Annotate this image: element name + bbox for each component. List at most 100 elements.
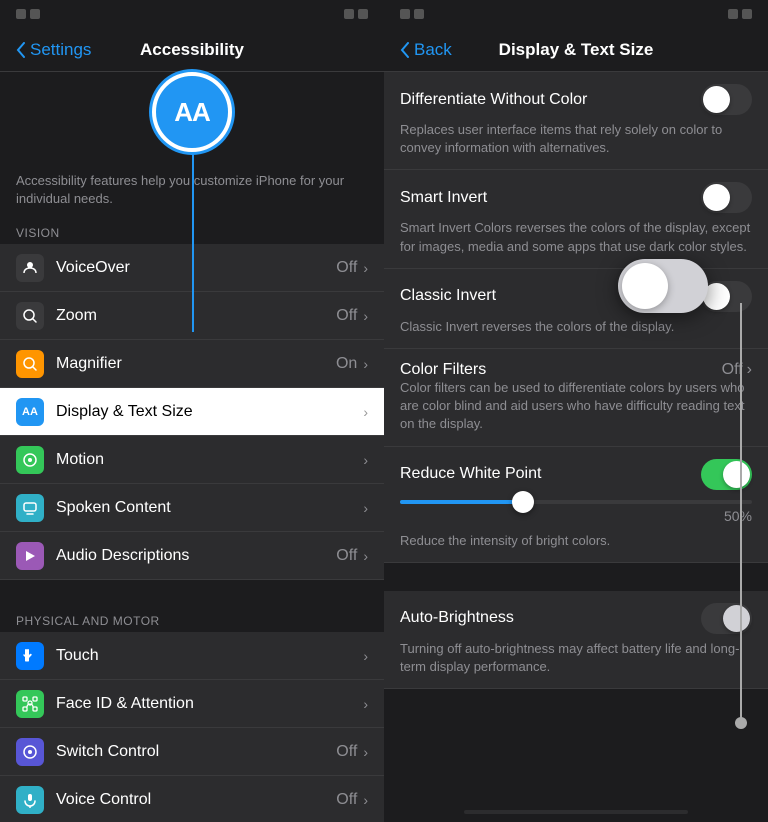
- display-text-size-label: Display & Text Size: [56, 403, 363, 421]
- toggle-pointer-line: [740, 303, 742, 723]
- auto-brightness-row: Auto-Brightness: [400, 603, 752, 634]
- reduce-white-point-item: Reduce White Point 50% Reduce the intens…: [384, 447, 768, 563]
- smart-invert-toggle-thumb: [703, 184, 730, 211]
- voice-control-row[interactable]: Voice Control Off ›: [0, 776, 384, 822]
- reduce-white-point-toggle-thumb: [723, 461, 750, 488]
- spoken-content-row[interactable]: Spoken Content ›: [0, 484, 384, 532]
- right-back-button[interactable]: Back: [400, 40, 452, 60]
- differentiate-color-item: Differentiate Without Color Replaces use…: [384, 72, 768, 170]
- audio-desc-value: Off: [336, 547, 357, 565]
- touch-label: Touch: [56, 647, 363, 665]
- right-status-dot-1: [400, 9, 410, 19]
- left-nav-bar: Settings Accessibility: [0, 28, 384, 72]
- color-filters-chevron: ›: [747, 361, 752, 379]
- reduce-white-point-toggle[interactable]: [701, 459, 752, 490]
- voiceover-icon: [16, 254, 44, 282]
- voiceover-label: VoiceOver: [56, 259, 336, 277]
- physical-motor-header: PHYSICAL AND MOTOR: [0, 608, 384, 632]
- magnifier-icon: [16, 350, 44, 378]
- display-text-size-chevron: ›: [363, 404, 368, 420]
- auto-brightness-label: Auto-Brightness: [400, 609, 514, 627]
- status-dot-1: [16, 9, 26, 19]
- zoom-icon: [16, 302, 44, 330]
- status-bar-right: [344, 9, 368, 19]
- switch-control-value: Off: [336, 743, 357, 761]
- motion-chevron: ›: [363, 452, 368, 468]
- left-status-bar: [0, 0, 384, 28]
- reduce-white-point-row: Reduce White Point: [400, 459, 752, 490]
- face-id-label: Face ID & Attention: [56, 695, 363, 713]
- white-point-slider-thumb[interactable]: [512, 491, 534, 513]
- audio-desc-icon: [16, 542, 44, 570]
- touch-row[interactable]: Touch ›: [0, 632, 384, 680]
- display-text-size-icon: AA: [16, 398, 44, 426]
- left-panel: Settings Accessibility AA Accessibility …: [0, 0, 384, 822]
- white-point-slider-percent: 50%: [400, 508, 752, 524]
- differentiate-color-toggle[interactable]: [701, 84, 752, 115]
- smart-invert-desc: Smart Invert Colors reverses the colors …: [400, 220, 750, 253]
- auto-brightness-toggle-thumb: [723, 605, 750, 632]
- bottom-spacing: [384, 802, 768, 810]
- voiceover-chevron: ›: [363, 260, 368, 276]
- display-text-size-icon-label: AA: [22, 406, 38, 418]
- color-filters-item: Color Filters Off › Color filters can be…: [384, 349, 768, 447]
- color-filters-row[interactable]: Color Filters Off ›: [400, 361, 752, 379]
- smart-invert-item: Smart Invert Smart Invert Colors reverse…: [384, 170, 768, 268]
- smart-invert-toggle[interactable]: [701, 182, 752, 213]
- switch-control-chevron: ›: [363, 744, 368, 760]
- spoken-content-chevron: ›: [363, 500, 368, 516]
- blue-line: [192, 152, 194, 332]
- right-status-bar: [384, 0, 768, 28]
- auto-brightness-toggle[interactable]: [701, 603, 752, 634]
- switch-control-row[interactable]: Switch Control Off ›: [0, 728, 384, 776]
- audio-desc-chevron: ›: [363, 548, 368, 564]
- display-text-size-row[interactable]: AA Display & Text Size ›: [0, 388, 384, 436]
- color-filters-value-group: Off ›: [722, 361, 752, 379]
- touch-chevron: ›: [363, 648, 368, 664]
- classic-invert-toggle[interactable]: [701, 281, 752, 312]
- switch-control-icon: [16, 738, 44, 766]
- white-point-slider-track: [400, 500, 752, 504]
- audio-desc-row[interactable]: Audio Descriptions Off ›: [0, 532, 384, 580]
- right-back-label: Back: [414, 40, 452, 60]
- right-status-dot-4: [742, 9, 752, 19]
- face-id-icon: [16, 690, 44, 718]
- right-panel: Back Display & Text Size Differentiate W…: [384, 0, 768, 822]
- zoom-label: Zoom: [56, 307, 336, 325]
- aa-icon-wrapper: AA: [152, 72, 232, 152]
- smart-invert-row: Smart Invert: [400, 182, 752, 213]
- zoom-chevron: ›: [363, 308, 368, 324]
- differentiate-color-desc: Replaces user interface items that rely …: [400, 122, 722, 155]
- right-status-dot-2: [414, 9, 424, 19]
- status-bar-left: [16, 9, 40, 19]
- classic-invert-overlay-thumb: [622, 263, 668, 309]
- white-point-slider-fill: [400, 500, 523, 504]
- voice-control-icon: [16, 786, 44, 814]
- differentiate-color-row: Differentiate Without Color: [400, 84, 752, 115]
- magnifier-row[interactable]: Magnifier On ›: [0, 340, 384, 388]
- classic-invert-label: Classic Invert: [400, 287, 496, 305]
- voiceover-value: Off: [336, 259, 357, 277]
- right-status-bar-left: [400, 9, 424, 19]
- voice-control-label: Voice Control: [56, 791, 336, 809]
- right-status-bar-right: [728, 9, 752, 19]
- zoom-value: Off: [336, 307, 357, 325]
- auto-brightness-item: Auto-Brightness Turning off auto-brightn…: [384, 591, 768, 689]
- right-section-gap: [384, 563, 768, 591]
- audio-desc-label: Audio Descriptions: [56, 547, 336, 565]
- touch-icon: [16, 642, 44, 670]
- status-dot-4: [358, 9, 368, 19]
- aa-label: AA: [174, 97, 210, 128]
- spoken-content-icon: [16, 494, 44, 522]
- voice-control-chevron: ›: [363, 792, 368, 808]
- motion-row[interactable]: Motion ›: [0, 436, 384, 484]
- bottom-spacing-2: [384, 814, 768, 822]
- back-button[interactable]: Settings: [16, 40, 91, 60]
- magnifier-chevron: ›: [363, 356, 368, 372]
- auto-brightness-desc: Turning off auto-brightness may affect b…: [400, 641, 739, 674]
- white-point-slider-container: 50%: [400, 496, 752, 532]
- face-id-row[interactable]: Face ID & Attention ›: [0, 680, 384, 728]
- magnifier-value: On: [336, 355, 357, 373]
- reduce-white-point-desc: Reduce the intensity of bright colors.: [400, 533, 610, 548]
- voice-control-value: Off: [336, 791, 357, 809]
